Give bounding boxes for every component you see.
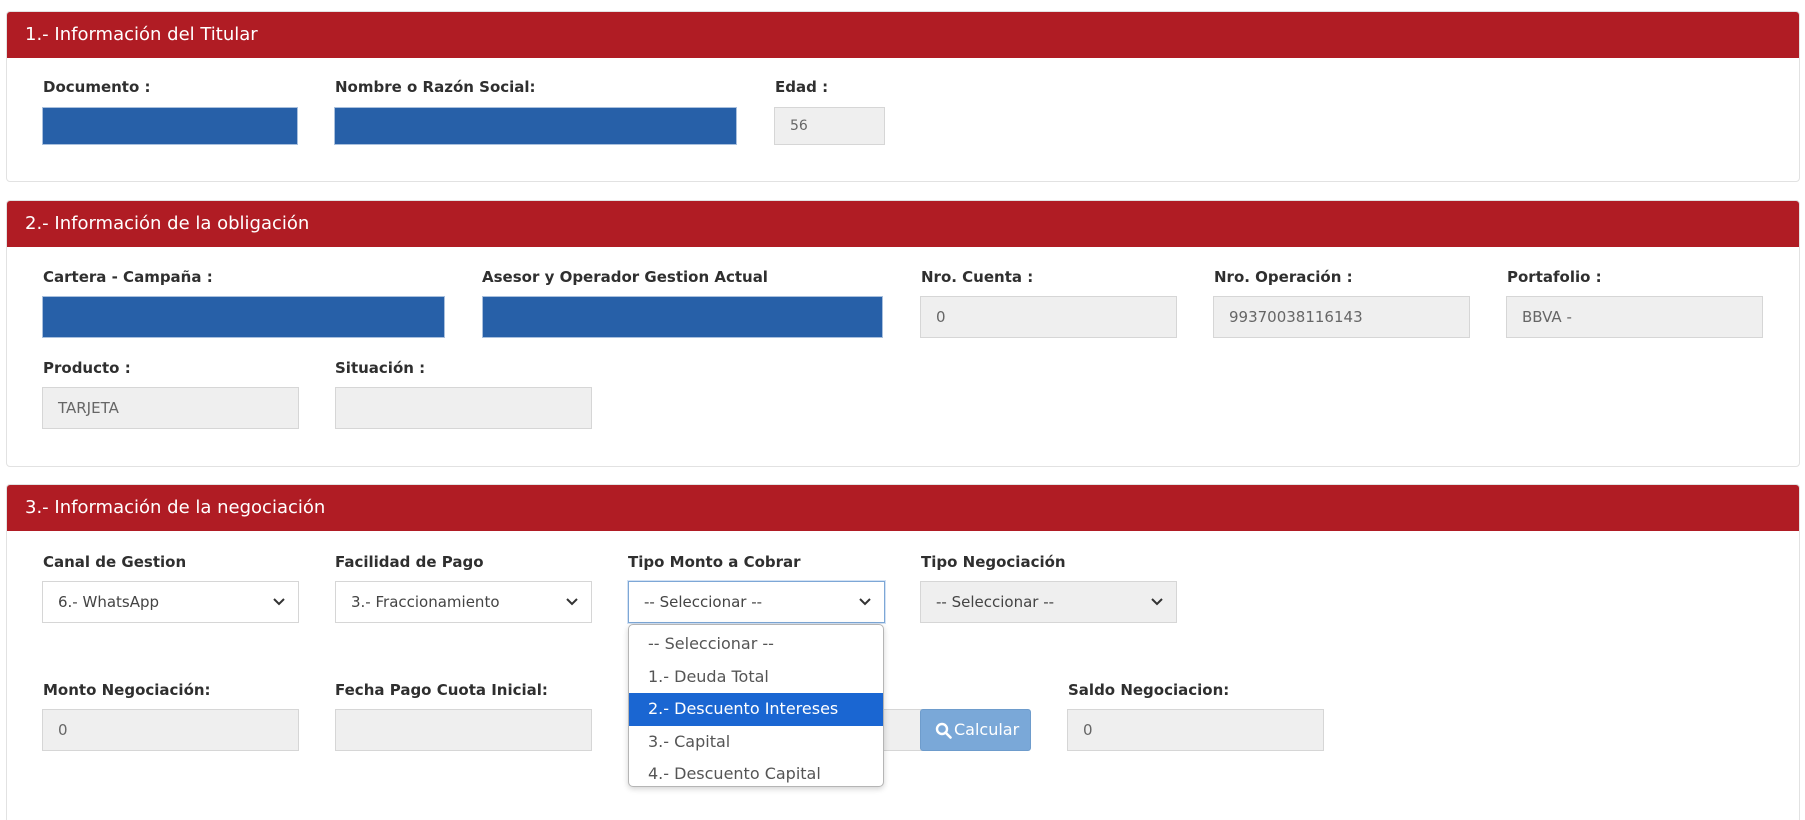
panel-obligacion-header: 2.- Información de la obligación [7,201,1799,247]
tipo-monto-select-value: -- Seleccionar -- [644,593,763,611]
panel-titular: 1.- Información del Titular [6,11,1800,182]
facilidad-label: Facilidad de Pago [335,553,484,571]
fecha-field[interactable] [335,709,592,751]
nombre-label: Nombre o Razón Social: [335,78,536,96]
tipo-negociacion-label: Tipo Negociación [921,553,1066,571]
nombre-field[interactable] [334,107,737,145]
chevron-down-icon [566,598,578,606]
nro-operacion-label: Nro. Operación : [1214,268,1353,286]
saldo-field: 0 [1067,709,1324,751]
tipo-monto-dropdown-list: -- Seleccionar -- 1.- Deuda Total 2.- De… [628,624,884,787]
cartera-field[interactable] [42,296,445,338]
producto-field: TARJETA [42,387,299,429]
dropdown-option-descuento-intereses[interactable]: 2.- Descuento Intereses [629,693,883,726]
dropdown-option-deuda-total[interactable]: 1.- Deuda Total [629,661,883,694]
saldo-label: Saldo Negociacion: [1068,681,1230,699]
situacion-label: Situación : [335,359,426,377]
asesor-label: Asesor y Operador Gestion Actual [482,268,768,286]
chevron-down-icon [273,598,285,606]
cartera-label: Cartera - Campaña : [43,268,213,286]
fecha-label: Fecha Pago Cuota Inicial: [335,681,548,699]
monto-field: 0 [42,709,299,751]
facilidad-select[interactable]: 3.- Fraccionamiento [335,581,592,623]
chevron-down-icon [1151,598,1163,606]
edad-field: 56 [774,107,885,145]
tipo-monto-label: Tipo Monto a Cobrar [628,553,801,571]
dropdown-option-capital[interactable]: 3.- Capital [629,726,883,759]
nro-operacion-field: 99370038116143 [1213,296,1470,338]
panel-negociacion-header: 3.- Información de la negociación [7,485,1799,531]
nro-cuenta-field: 0 [920,296,1177,338]
chevron-down-icon [859,598,871,606]
panel-negociacion: 3.- Información de la negociación [6,484,1800,820]
panel-titular-header: 1.- Información del Titular [7,12,1799,58]
monto-label: Monto Negociación: [43,681,211,699]
portafolio-field: BBVA - [1506,296,1763,338]
documento-label: Documento : [43,78,151,96]
edad-label: Edad : [775,78,829,96]
situacion-field [335,387,592,429]
tipo-monto-select[interactable]: -- Seleccionar -- [628,581,885,623]
calcular-button[interactable]: Calcular [920,709,1031,751]
canal-select[interactable]: 6.- WhatsApp [42,581,299,623]
canal-label: Canal de Gestion [43,553,187,571]
asesor-field[interactable] [482,296,883,338]
search-icon [935,722,952,739]
canal-select-value: 6.- WhatsApp [58,593,160,611]
dropdown-option-descuento-capital[interactable]: 4.- Descuento Capital [629,758,883,786]
portafolio-label: Portafolio : [1507,268,1602,286]
producto-label: Producto : [43,359,131,377]
tipo-negociacion-select-value: -- Seleccionar -- [936,593,1055,611]
documento-field[interactable] [42,107,298,145]
tipo-negociacion-select[interactable]: -- Seleccionar -- [920,581,1177,623]
calcular-button-label: Calcular [954,720,1020,739]
dropdown-option-seleccionar[interactable]: -- Seleccionar -- [629,628,883,661]
nro-cuenta-label: Nro. Cuenta : [921,268,1034,286]
facilidad-select-value: 3.- Fraccionamiento [351,593,500,611]
